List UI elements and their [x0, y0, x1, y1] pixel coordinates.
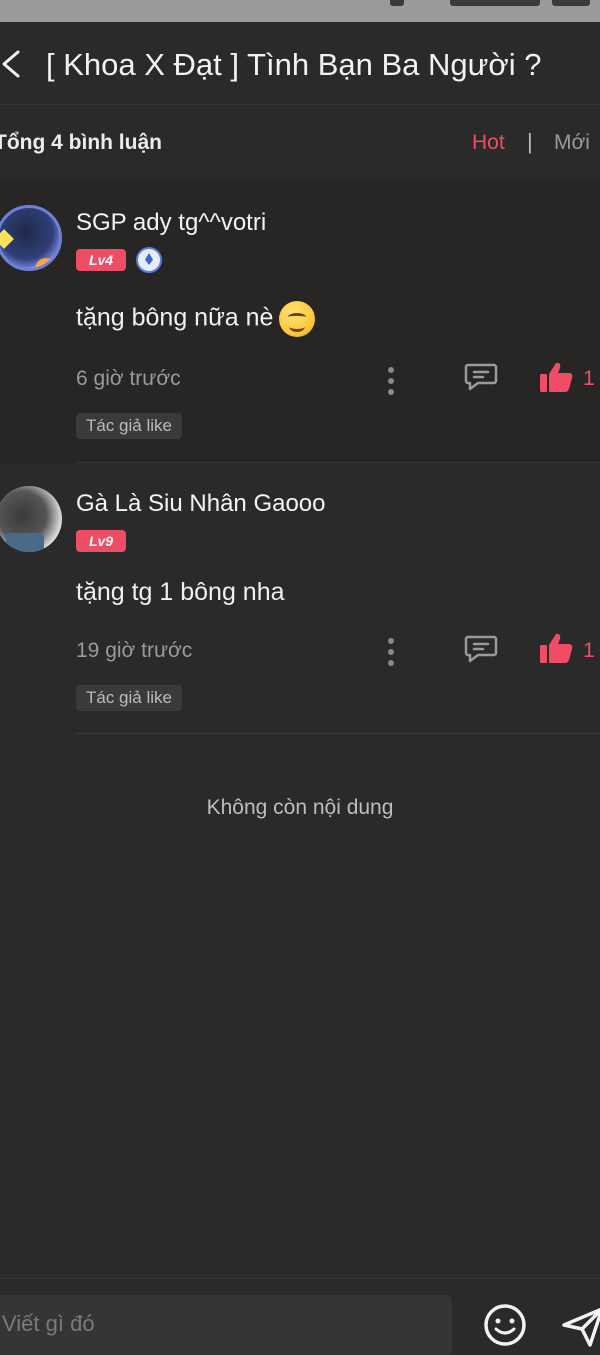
comment-text: tặng bông nữa nè — [76, 301, 316, 337]
like-button[interactable] — [538, 360, 574, 394]
reply-icon — [464, 635, 498, 663]
like-count: 1 — [583, 639, 595, 662]
comment-summary-bar: Tổng 4 bình luận Hot | Mới — [0, 105, 600, 180]
smiling-face-emoji-icon — [279, 301, 316, 337]
verified-badge-icon — [136, 247, 162, 273]
comment-text-content: tặng bông nữa nè — [76, 303, 274, 332]
avatar-decoration — [35, 258, 57, 268]
reply-button[interactable] — [464, 633, 498, 663]
divider — [76, 462, 600, 463]
send-icon — [562, 1307, 600, 1347]
signal-icon — [450, 0, 540, 6]
sort-new-tab[interactable]: Mới — [554, 131, 590, 155]
comment-composer: Viết gì đó — [0, 1278, 600, 1355]
dot-icon — [388, 389, 394, 395]
smile-icon — [484, 1304, 526, 1346]
comment-item: SGP ady tg^^votri Lv4 tặng bông nữa nè 6… — [0, 181, 600, 463]
like-count: 1 — [583, 367, 595, 390]
avatar-decoration — [6, 533, 44, 552]
avatar[interactable] — [0, 205, 62, 271]
avatar-decoration — [0, 229, 14, 249]
comment-input-placeholder: Viết gì đó — [2, 1311, 95, 1336]
dot-icon — [388, 660, 394, 666]
more-options-button[interactable] — [386, 636, 396, 666]
page-title: [ Khoa X Đạt ] Tình Bạn Ba Người ? — [46, 47, 542, 82]
dot-icon — [388, 649, 394, 655]
emoji-button[interactable] — [483, 1303, 527, 1347]
reply-button[interactable] — [464, 361, 498, 391]
thumbs-up-icon — [540, 633, 573, 663]
dot-icon — [388, 638, 394, 644]
comment-time: 19 giờ trước — [76, 639, 193, 662]
comment-username[interactable]: Gà Là Siu Nhân Gaooo — [76, 490, 326, 518]
back-button[interactable] — [0, 44, 34, 84]
back-icon — [2, 50, 20, 78]
level-badge: Lv9 — [76, 530, 126, 552]
like-button[interactable] — [538, 631, 574, 665]
dot-icon — [388, 367, 394, 373]
avatar[interactable] — [0, 486, 62, 552]
reply-icon — [464, 363, 498, 391]
author-liked-tag: Tác giả like — [76, 685, 182, 711]
send-button[interactable] — [560, 1303, 600, 1349]
comment-item: Gà Là Siu Nhân Gaooo Lv9 tặng tg 1 bông … — [0, 464, 600, 734]
comment-total: Tổng 4 bình luận — [0, 131, 162, 154]
thumbs-up-icon — [540, 362, 573, 392]
end-of-content-text: Không còn nội dung — [206, 796, 394, 819]
sort-hot-tab[interactable]: Hot — [472, 131, 505, 155]
comment-text: tặng tg 1 bông nha — [76, 578, 285, 606]
level-badge: Lv4 — [76, 249, 126, 271]
comment-input[interactable]: Viết gì đó — [0, 1295, 452, 1355]
battery-icon — [552, 0, 590, 6]
comment-time: 6 giờ trước — [76, 367, 181, 390]
status-icon — [390, 0, 404, 6]
sort-separator: | — [527, 129, 533, 154]
header-bar: [ Khoa X Đạt ] Tình Bạn Ba Người ? — [0, 22, 600, 105]
comment-username[interactable]: SGP ady tg^^votri — [76, 209, 266, 237]
more-options-button[interactable] — [386, 365, 396, 395]
status-bar — [0, 0, 600, 22]
dot-icon — [388, 378, 394, 384]
author-liked-tag: Tác giả like — [76, 413, 182, 439]
divider — [76, 733, 600, 734]
